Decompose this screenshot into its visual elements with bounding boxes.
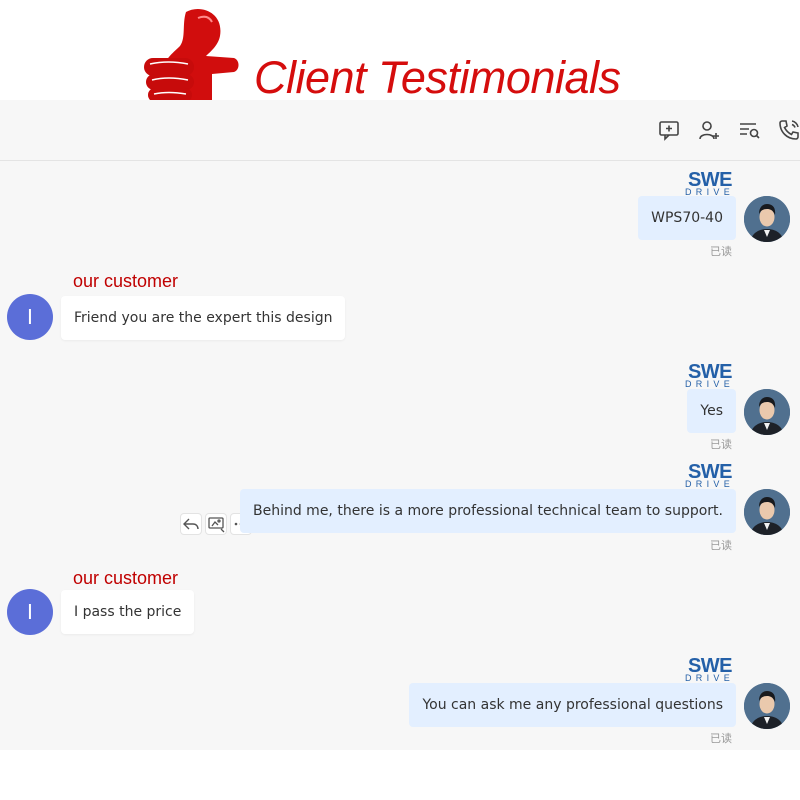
reply-icon[interactable] bbox=[180, 513, 202, 535]
customer-name: our customer bbox=[73, 271, 179, 291]
chat-toolbar bbox=[0, 100, 800, 161]
brand-logo-line2: DRIVE bbox=[685, 479, 735, 489]
brand-logo-line2: DRIVE bbox=[685, 673, 735, 683]
read-receipt: 已读 bbox=[710, 438, 732, 451]
phone-call-icon[interactable] bbox=[777, 118, 800, 142]
brand-logo: SWE DRIVE bbox=[684, 170, 736, 197]
read-receipt: 已读 bbox=[710, 245, 732, 258]
brand-logo: SWE DRIVE bbox=[684, 362, 736, 389]
brand-logo: SWE DRIVE bbox=[684, 462, 736, 489]
banner: Client Testimonials bbox=[0, 0, 800, 116]
chat-window: SWE DRIVE WPS70-40 已读 our customer I Fri… bbox=[0, 100, 800, 750]
brand-logo: SWE DRIVE bbox=[684, 656, 736, 683]
message-bubble-outgoing[interactable]: WPS70-40 bbox=[638, 196, 736, 240]
agent-avatar[interactable] bbox=[744, 489, 790, 535]
banner-title: Client Testimonials bbox=[254, 52, 621, 103]
brand-logo-line2: DRIVE bbox=[685, 379, 735, 389]
read-receipt: 已读 bbox=[710, 539, 732, 552]
customer-avatar[interactable]: I bbox=[7, 294, 53, 340]
message-bubble-outgoing[interactable]: Yes bbox=[687, 389, 736, 433]
message-bubble-incoming[interactable]: Friend you are the expert this design bbox=[61, 296, 346, 340]
customer-avatar[interactable]: I bbox=[7, 589, 53, 635]
read-receipt: 已读 bbox=[710, 732, 732, 745]
search-history-icon[interactable] bbox=[737, 118, 761, 142]
agent-avatar[interactable] bbox=[744, 683, 790, 729]
message-bubble-outgoing[interactable]: Behind me, there is a more professional … bbox=[239, 489, 736, 533]
customer-name: our customer bbox=[73, 568, 179, 588]
screenshot-icon[interactable] bbox=[205, 513, 227, 535]
message-bubble-incoming[interactable]: I pass the price bbox=[61, 590, 195, 634]
message-add-icon[interactable] bbox=[657, 118, 681, 142]
message-bubble-outgoing[interactable]: You can ask me any professional question… bbox=[409, 683, 736, 727]
agent-avatar[interactable] bbox=[744, 196, 790, 242]
add-user-icon[interactable] bbox=[697, 118, 721, 142]
agent-avatar[interactable] bbox=[744, 389, 790, 435]
